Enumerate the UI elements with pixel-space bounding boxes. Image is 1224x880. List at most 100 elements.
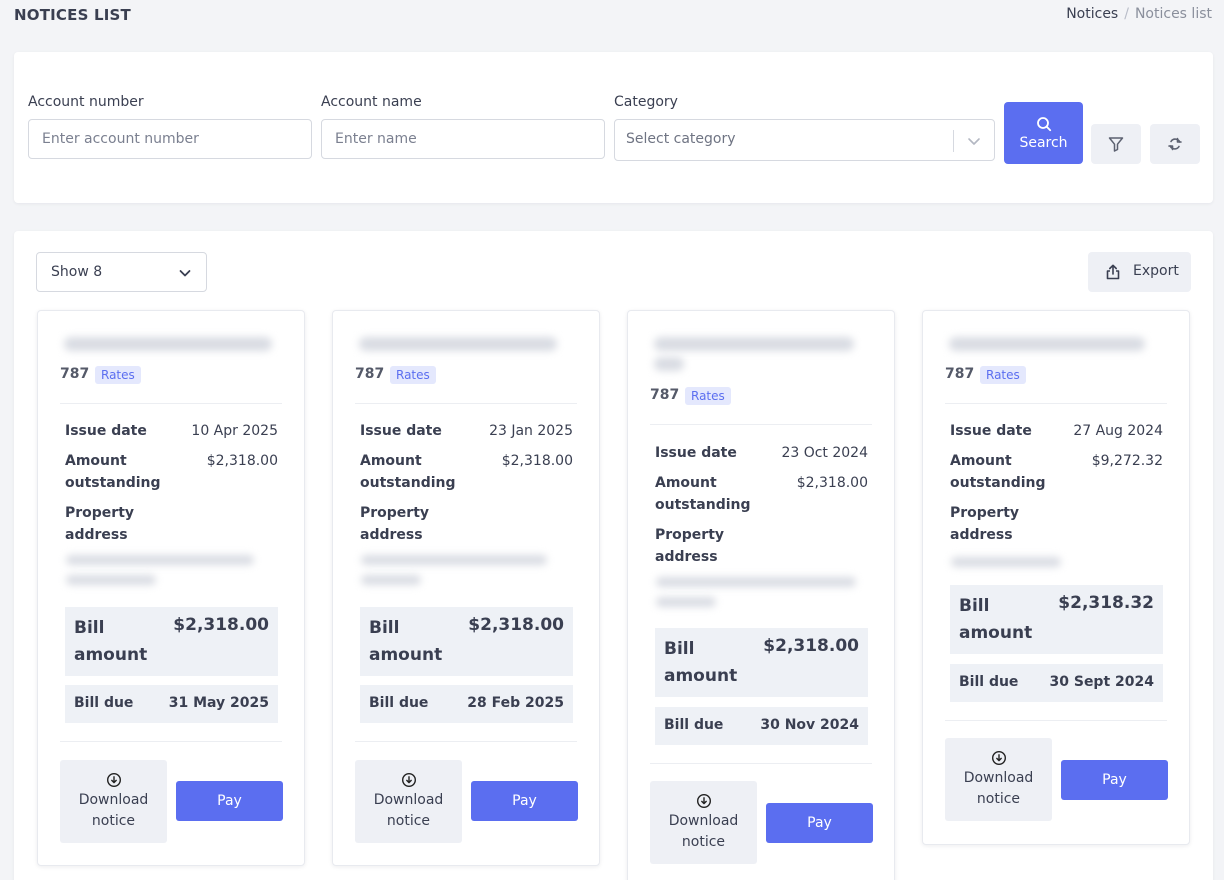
download-icon — [401, 772, 416, 787]
download-notice-label: Download notice — [78, 791, 149, 829]
bill-amount-box: Bill amount $2,318.32 — [950, 585, 1163, 654]
search-button[interactable]: Search — [1004, 102, 1083, 164]
bill-amount-value: $2,318.00 — [173, 615, 269, 635]
bill-amount-box: Bill amount $2,318.00 — [65, 607, 278, 676]
reset-button[interactable] — [1150, 124, 1200, 164]
select-divider — [953, 130, 954, 152]
issue-date-label: Issue date — [65, 423, 147, 439]
download-notice-button[interactable]: Download notice — [60, 760, 167, 843]
filter-button[interactable] — [1091, 124, 1141, 164]
divider — [650, 763, 872, 764]
download-notice-label: Download notice — [963, 769, 1034, 807]
issue-date-value: 27 Aug 2024 — [1073, 423, 1163, 439]
issue-date-label: Issue date — [360, 423, 442, 439]
divider — [60, 741, 282, 742]
filter-panel: Account number Account name Category Sel… — [14, 52, 1213, 203]
issue-date-value: 23 Oct 2024 — [781, 445, 868, 461]
download-notice-button[interactable]: Download notice — [355, 760, 462, 843]
bill-due-value: 28 Feb 2025 — [467, 695, 564, 711]
breadcrumb-separator: / — [1124, 6, 1129, 22]
page-size-select[interactable]: Show 8 — [36, 252, 207, 292]
redacted-account-name — [654, 337, 854, 351]
category-badge: Rates — [685, 387, 731, 405]
breadcrumb: Notices / Notices list — [1066, 6, 1212, 22]
amount-outstanding-label: Amount outstanding — [655, 475, 751, 513]
bill-due-label: Bill due — [369, 695, 429, 711]
issue-date-value: 10 Apr 2025 — [191, 423, 278, 439]
account-name-label: Account name — [321, 94, 422, 110]
download-notice-button[interactable]: Download notice — [650, 781, 757, 864]
breadcrumb-current: Notices list — [1134, 6, 1212, 22]
amount-outstanding-value: $2,318.00 — [796, 475, 868, 491]
divider — [945, 720, 1167, 721]
issue-date-value: 23 Jan 2025 — [489, 423, 573, 439]
notice-card: 787 Rates Issue date 10 Apr 2025 Amount … — [37, 310, 305, 866]
pay-button[interactable]: Pay — [471, 781, 578, 821]
amount-outstanding-value: $9,272.32 — [1091, 453, 1163, 469]
pay-button[interactable]: Pay — [766, 803, 873, 843]
bill-amount-label: Bill amount — [369, 618, 443, 665]
amount-outstanding-value: $2,318.00 — [501, 453, 573, 469]
download-icon — [696, 793, 711, 808]
bill-due-value: 31 May 2025 — [168, 695, 269, 711]
bill-due-box: Bill due 30 Nov 2024 — [655, 707, 868, 745]
account-number-label: Account number — [28, 94, 144, 110]
breadcrumb-notices[interactable]: Notices — [1066, 6, 1118, 22]
property-address-label: Property address — [360, 505, 430, 543]
account-number: 787 — [945, 366, 975, 382]
redacted-account-name — [359, 337, 557, 351]
account-number: 787 — [60, 366, 90, 382]
category-badge: Rates — [95, 366, 141, 384]
page-title: NOTICES LIST — [14, 6, 131, 24]
bill-due-box: Bill due 30 Sept 2024 — [950, 664, 1163, 702]
redacted-address — [66, 555, 254, 565]
download-notice-button[interactable]: Download notice — [945, 738, 1052, 821]
redacted-account-name — [949, 337, 1145, 351]
bill-amount-value: $2,318.32 — [1058, 593, 1154, 613]
redacted-address — [66, 575, 156, 585]
account-name-input[interactable] — [321, 119, 605, 159]
export-icon — [1106, 264, 1120, 280]
redacted-address — [361, 555, 547, 565]
category-badge: Rates — [980, 366, 1026, 384]
bill-amount-value: $2,318.00 — [468, 615, 564, 635]
redacted-address — [951, 557, 1061, 567]
property-address-label: Property address — [950, 505, 1020, 543]
divider — [650, 424, 872, 425]
chevron-down-icon — [968, 138, 980, 145]
account-number-input[interactable] — [28, 119, 312, 159]
redacted-account-name — [654, 357, 684, 371]
bill-due-value: 30 Nov 2024 — [760, 717, 859, 733]
search-button-label: Search — [1019, 134, 1068, 151]
property-address-label: Property address — [65, 505, 135, 543]
refresh-icon — [1168, 137, 1182, 151]
bill-amount-label: Bill amount — [664, 639, 738, 686]
bill-due-box: Bill due 28 Feb 2025 — [360, 685, 573, 723]
bill-due-label: Bill due — [959, 674, 1019, 690]
pay-button[interactable]: Pay — [1061, 760, 1168, 800]
redacted-address — [361, 575, 421, 585]
issue-date-label: Issue date — [655, 445, 737, 461]
bill-due-label: Bill due — [74, 695, 134, 711]
category-select[interactable]: Select category — [614, 119, 995, 161]
bill-amount-value: $2,318.00 — [763, 636, 859, 656]
bill-amount-box: Bill amount $2,318.00 — [655, 628, 868, 697]
download-notice-label: Download notice — [668, 812, 739, 850]
page-size-label: Show 8 — [51, 264, 103, 280]
account-name-field-group: Account name — [321, 94, 605, 159]
download-notice-label: Download notice — [373, 791, 444, 829]
notice-card: 787 Rates Issue date 23 Jan 2025 Amount … — [332, 310, 600, 866]
pay-button[interactable]: Pay — [176, 781, 283, 821]
amount-outstanding-label: Amount outstanding — [65, 453, 161, 491]
account-number-field-group: Account number — [28, 94, 312, 159]
export-button[interactable]: Export — [1088, 252, 1191, 292]
redacted-account-name — [64, 337, 272, 351]
export-button-label: Export — [1133, 263, 1179, 279]
bill-amount-label: Bill amount — [74, 618, 148, 665]
category-badge: Rates — [390, 366, 436, 384]
divider — [945, 403, 1167, 404]
search-icon — [1036, 116, 1051, 131]
bill-amount-box: Bill amount $2,318.00 — [360, 607, 573, 676]
chevron-down-icon — [179, 270, 191, 277]
redacted-address — [656, 597, 716, 607]
